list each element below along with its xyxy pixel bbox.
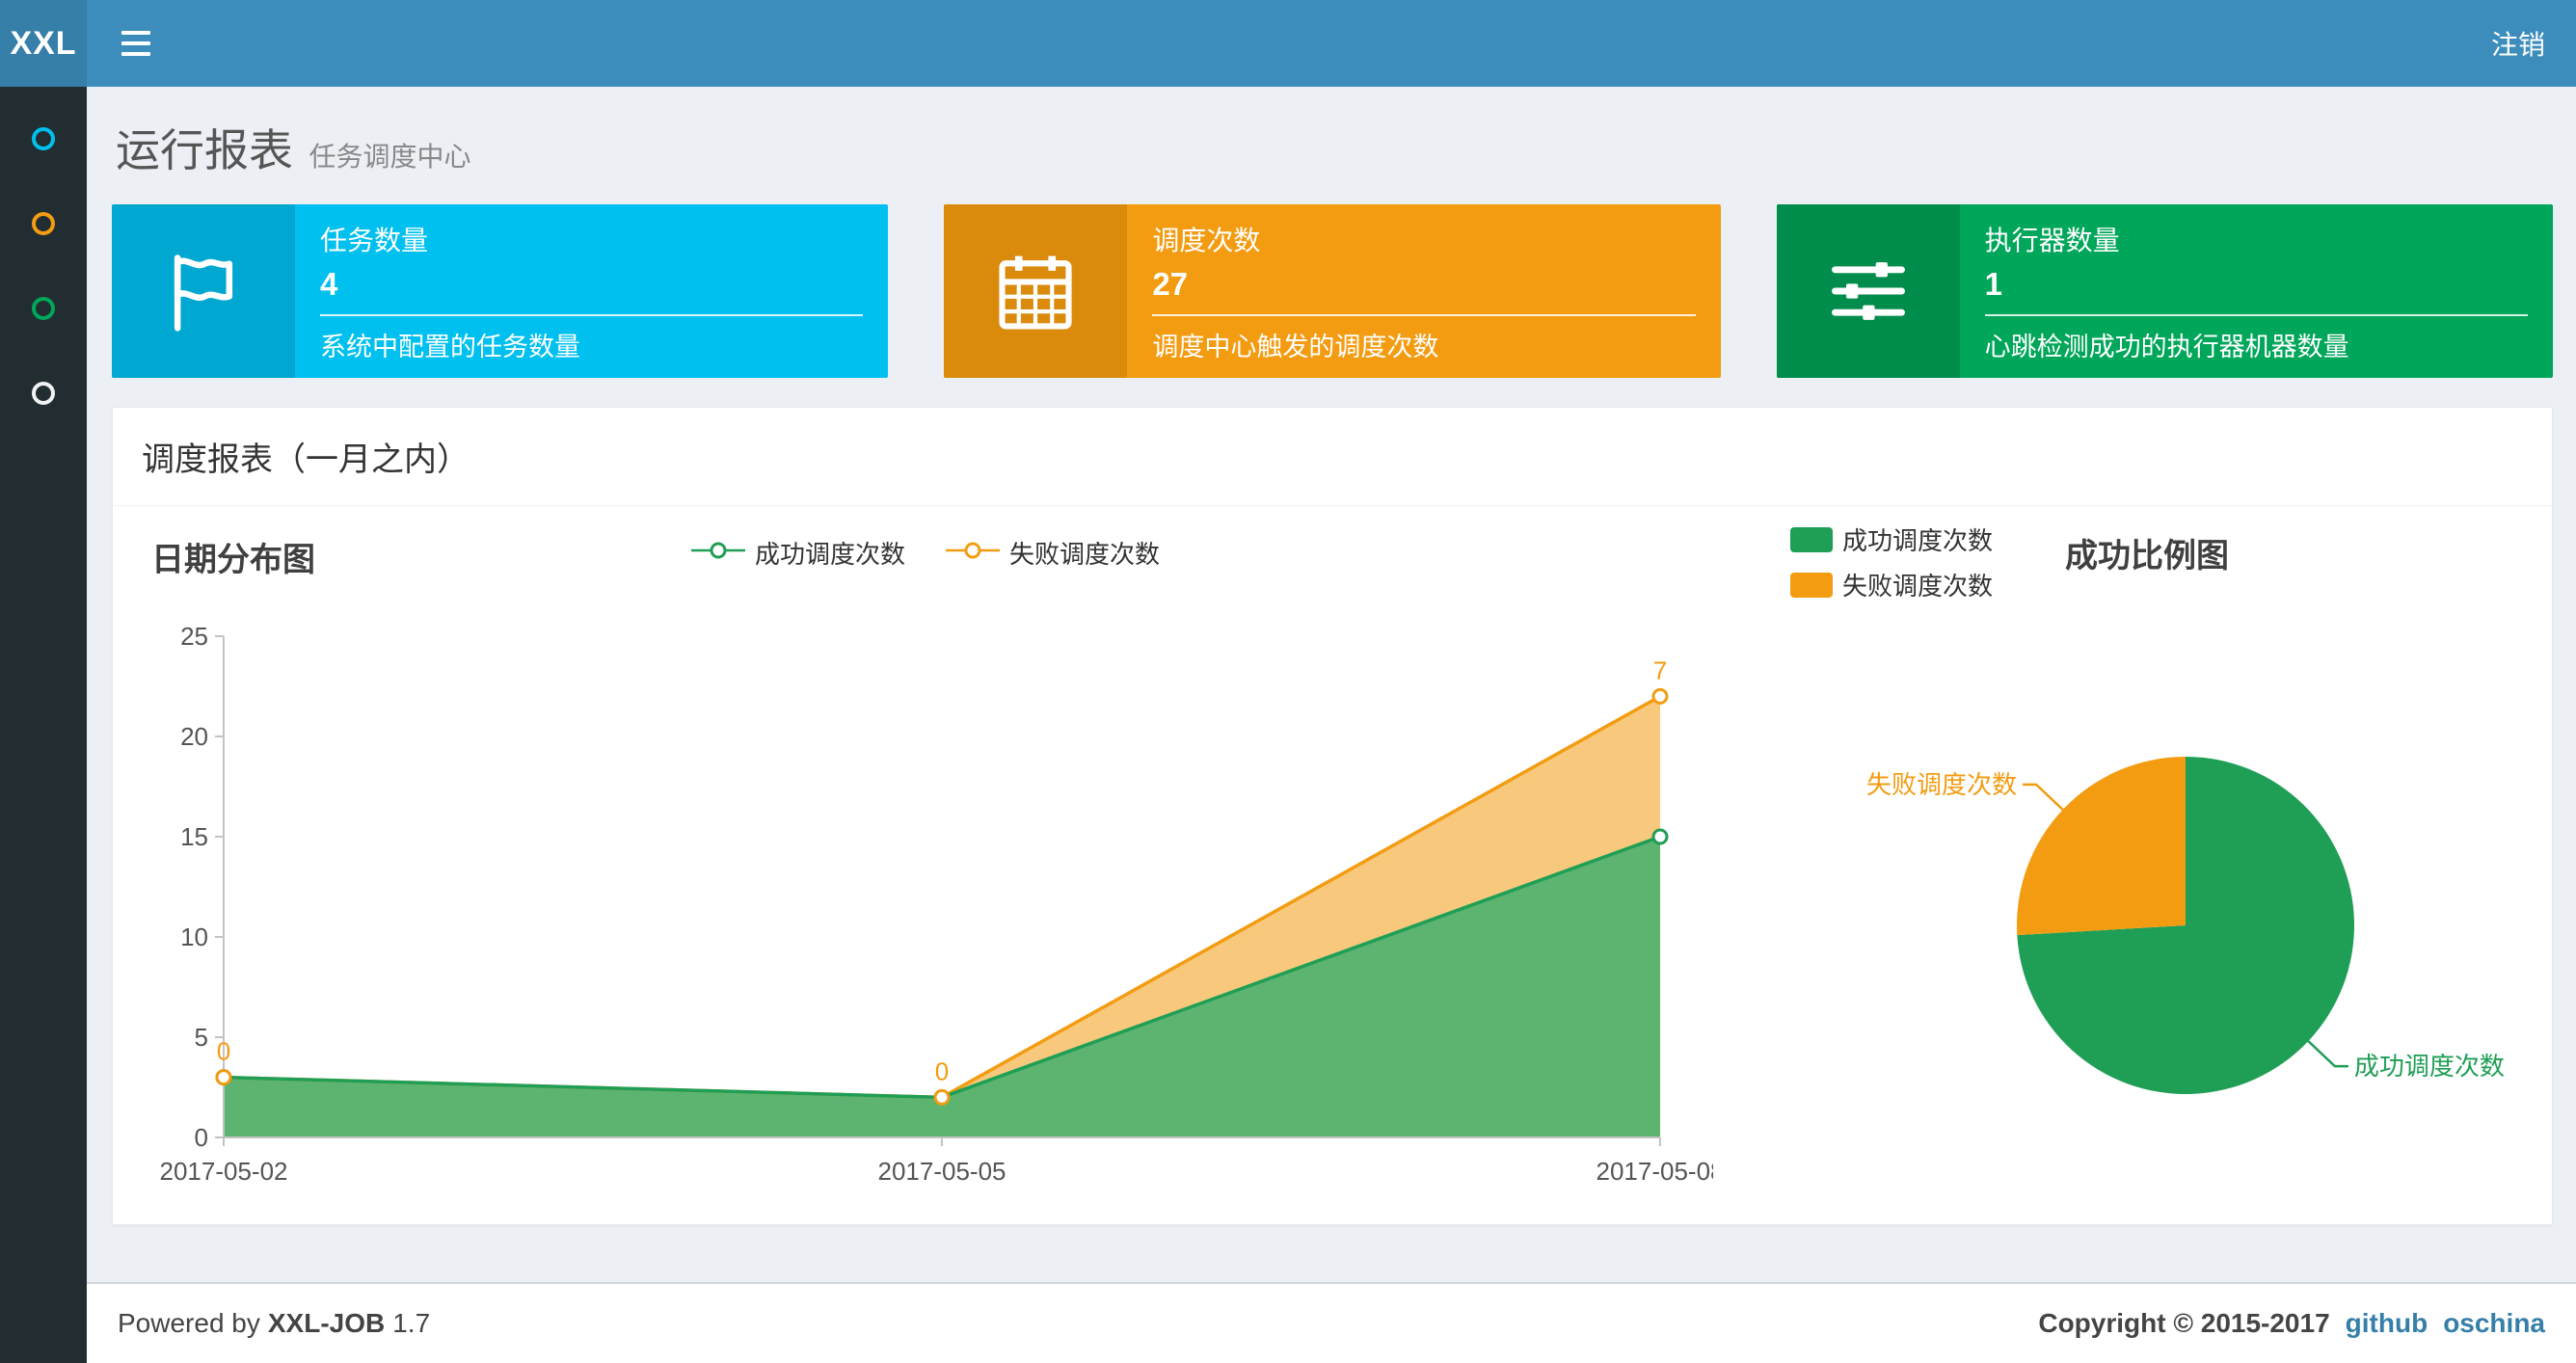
- powered-version: 1.7: [392, 1308, 431, 1338]
- page-title: 运行报表: [116, 125, 293, 175]
- sliders-icon: [1776, 204, 1960, 378]
- sidebar-item-logs[interactable]: [24, 293, 63, 324]
- point-label: 0: [935, 1056, 949, 1085]
- line-chart-title: 日期分布图: [151, 542, 315, 578]
- y-tick-label: 10: [180, 922, 208, 951]
- x-tick-label: 2017-05-08: [1597, 1157, 1714, 1186]
- powered-prefix: Powered by: [118, 1308, 260, 1338]
- line-chart: 05101520252017-05-02 2017-05-05 2017-05-08…: [160, 622, 1714, 1186]
- navbar-body: 注销: [87, 0, 2576, 87]
- legend-label: 失败调度次数: [1842, 572, 1994, 601]
- copyright-text: Copyright © 2015-2017: [2038, 1308, 2330, 1338]
- x-tick-label: 2017-05-02: [160, 1157, 288, 1186]
- top-navbar: XXL 注销: [0, 0, 2576, 87]
- y-tick-label: 0: [195, 1123, 208, 1152]
- circle-icon: [32, 212, 55, 235]
- footer: Powered by XXL-JOB 1.7 Copyright © 2015-…: [87, 1282, 2576, 1363]
- info-box-value: 27: [1152, 266, 1189, 302]
- legend-item-fail[interactable]: 失败调度次数: [1790, 567, 1993, 602]
- github-link[interactable]: github: [2346, 1308, 2428, 1339]
- report-panel: 调度报表（一月之内） 日期分布图 成功调度次数 失败调度次数 0 5 10 15 20 2…: [112, 407, 2553, 1225]
- fail-point: [1651, 687, 1669, 705]
- sidebar-item-report[interactable]: [24, 123, 63, 154]
- pie-slice: [2017, 757, 2354, 1094]
- fail-point: [215, 1069, 232, 1086]
- info-box-title: 调度次数: [1152, 226, 1261, 255]
- legend-label: 成功调度次数: [755, 540, 906, 569]
- legend-item-fail[interactable]: 失败调度次数: [946, 535, 1160, 571]
- circle-icon: [32, 127, 55, 150]
- x-tick-label: 2017-05-05: [878, 1157, 1006, 1186]
- info-box-desc: 系统中配置的任务数量: [320, 333, 580, 361]
- pie-label-line: [2023, 783, 2064, 811]
- info-box-trigger-count: 调度次数 27 调度中心触发的调度次数: [944, 204, 1721, 378]
- copyright-area: Copyright © 2015-2017 github oschina: [2038, 1308, 2545, 1339]
- info-box-desc: 调度中心触发的调度次数: [1152, 333, 1439, 361]
- pie-chart-legend: 成功调度次数 失败调度次数: [1790, 521, 1993, 602]
- sidebar-item-executors[interactable]: [24, 378, 63, 409]
- y-tick-label: 5: [195, 1023, 208, 1052]
- powered-brand: XXL-JOB: [267, 1308, 386, 1338]
- info-box-title: 任务数量: [320, 226, 429, 255]
- legend-label: 失败调度次数: [1009, 540, 1161, 569]
- sidebar: [0, 87, 87, 1363]
- divider: [1152, 314, 1696, 316]
- app-logo[interactable]: XXL: [0, 0, 87, 87]
- square-marker-icon: [1790, 572, 1833, 598]
- pie-label: 成功调度次数: [2354, 1052, 2505, 1081]
- logout-link[interactable]: 注销: [2491, 24, 2545, 63]
- circle-icon: [32, 382, 55, 405]
- calendar-icon: [944, 204, 1128, 378]
- line-marker-icon: [691, 538, 745, 568]
- legend-item-success[interactable]: 成功调度次数: [1790, 521, 1993, 557]
- info-box-value: 4: [320, 266, 338, 302]
- legend-label: 成功调度次数: [1842, 526, 1994, 555]
- y-tick-label: 15: [180, 822, 208, 851]
- flag-icon: [112, 204, 295, 378]
- panel-body: 日期分布图 成功调度次数 失败调度次数 0 5 10 15 20 25 2017-05-02…: [113, 506, 2552, 1224]
- pie-chart-title: 成功比例图: [2065, 538, 2229, 575]
- pie-label-line: [2307, 1040, 2348, 1068]
- info-box-row: 任务数量 4 系统中配置的任务数量 调度次数 27 调度中心触发的调度次数 执行…: [87, 179, 2576, 378]
- line-marker-icon: [946, 538, 1001, 568]
- line-chart-legend: 成功调度次数 失败调度次数: [691, 535, 1160, 571]
- sidebar-item-jobs[interactable]: [24, 208, 63, 239]
- square-marker-icon: [1790, 526, 1833, 552]
- divider: [320, 314, 864, 316]
- content-wrapper: 运行报表 任务调度中心 任务数量 4 系统中配置的任务数量 调度次数 27 调度…: [87, 87, 2576, 1363]
- sidebar-toggle-icon[interactable]: [112, 21, 160, 66]
- pie-slice: [2017, 757, 2186, 936]
- legend-item-success[interactable]: 成功调度次数: [691, 535, 905, 571]
- point-label: 0: [217, 1037, 230, 1066]
- panel-title: 调度报表（一月之内）: [113, 408, 2552, 506]
- xxl-job-dashboard: XXL 注销 运行报表 任务调度中心 任务数量 4 系统中配置的任务数量 调度次…: [0, 0, 2576, 1363]
- circle-icon: [32, 297, 55, 320]
- oschina-link[interactable]: oschina: [2443, 1308, 2545, 1339]
- powered-by: Powered by XXL-JOB 1.7: [118, 1308, 430, 1339]
- y-tick-label: 20: [180, 722, 208, 751]
- page-subtitle: 任务调度中心: [309, 142, 471, 172]
- info-box-desc: 心跳检测成功的执行器机器数量: [1984, 333, 2349, 361]
- info-box-executor-count: 执行器数量 1 心跳检测成功的执行器机器数量: [1776, 204, 2553, 378]
- pie-label: 失败调度次数: [1866, 770, 2017, 799]
- fail-point: [933, 1088, 951, 1106]
- info-box-job-count: 任务数量 4 系统中配置的任务数量: [112, 204, 889, 378]
- info-box-value: 1: [1984, 266, 2003, 302]
- point-label: 7: [1653, 655, 1667, 684]
- y-tick-label: 25: [180, 622, 208, 651]
- info-box-title: 执行器数量: [1984, 226, 2120, 255]
- success-point: [1651, 828, 1669, 845]
- divider: [1984, 314, 2528, 316]
- page-header: 运行报表 任务调度中心: [87, 87, 2576, 179]
